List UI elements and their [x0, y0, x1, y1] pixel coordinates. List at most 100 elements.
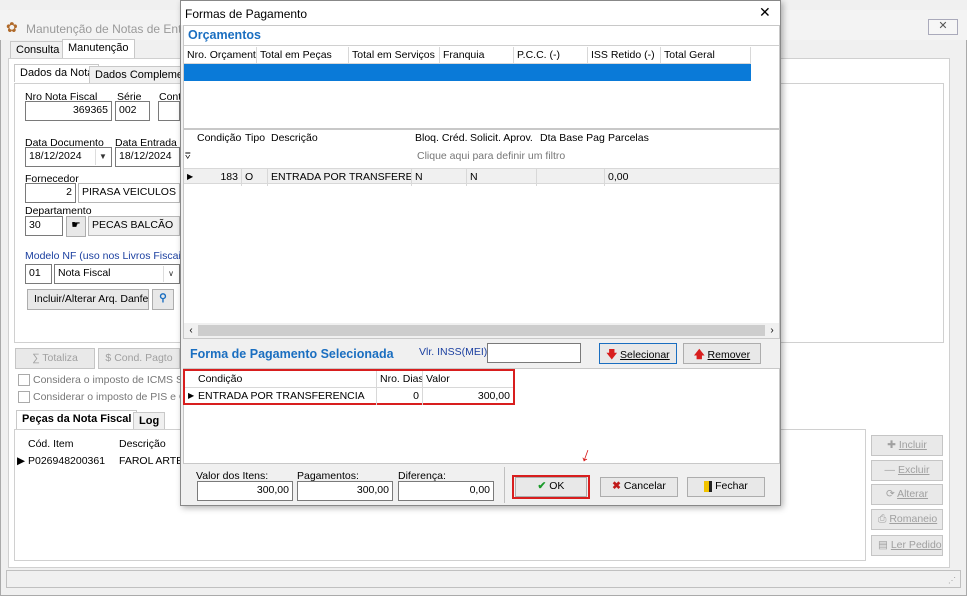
alterar-button[interactable]: ⟳ Alterar — [871, 484, 943, 505]
orcamentos-col-franquia: Franquia — [440, 47, 514, 64]
incluir-button[interactable]: ✚ Incluir — [871, 435, 943, 456]
totaliza-button[interactable]: ∑ Totaliza — [15, 348, 95, 369]
romaneio-label: Romaneio — [889, 513, 938, 525]
cond-col-tipo: Tipo — [245, 132, 266, 144]
data-documento-value: 18/12/2024 — [29, 150, 82, 162]
departamento-name: PECAS BALCÃO — [88, 216, 180, 236]
x-icon: ✖ — [612, 480, 624, 492]
scroll-left-icon[interactable]: ‹ — [184, 323, 198, 338]
app-logo-icon: ✿ — [6, 19, 18, 35]
alterar-label: Alterar — [897, 488, 929, 500]
search-icon[interactable]: ⚲ — [152, 289, 174, 310]
document-icon: ▤ — [878, 539, 891, 551]
printer-icon: ⎙ — [878, 513, 890, 525]
door-icon — [704, 480, 713, 492]
pis-check-label: Considerar o imposto de PIS e CO — [33, 391, 195, 403]
data-entrada-field[interactable]: 18/12/2024 — [115, 147, 180, 167]
filter-icon[interactable]: ⩢ — [185, 151, 190, 162]
forma-selecionada-title: Forma de Pagamento Selecionada — [190, 347, 394, 361]
totaliza-label: Totaliza — [42, 352, 78, 364]
nro-nota-field[interactable]: 369365 — [25, 101, 112, 121]
cond-col-bloq: Bloq. Créd. — [415, 132, 467, 144]
icms-checkbox[interactable] — [18, 374, 30, 386]
cond-col-solicit: Solicit. Aprov. — [470, 132, 533, 144]
remover-button[interactable]: 🡅 Remover — [683, 343, 761, 364]
serie-field[interactable]: 002 — [115, 101, 150, 121]
scroll-right-icon[interactable]: › — [765, 323, 779, 338]
arrow-up-icon: 🡅 — [693, 349, 708, 361]
inss-field[interactable] — [487, 343, 581, 363]
excluir-button[interactable]: — Excluir — [871, 460, 943, 481]
status-bar — [6, 570, 961, 588]
fechar-label: Fechar — [715, 480, 748, 492]
modelo-code[interactable]: 01 — [25, 264, 52, 284]
ler-pedido-button[interactable]: ▤ Ler Pedido — [871, 535, 943, 556]
fechar-button[interactable]: Fechar — [687, 477, 765, 497]
items-row-cod[interactable]: P026948200361 — [28, 455, 105, 467]
romaneio-button[interactable]: ⎙ Romaneio — [871, 509, 943, 530]
cond-row-parcelas: 0,00 — [608, 171, 629, 183]
orcamentos-divider — [184, 45, 779, 46]
arrow-down-icon: 🡇 — [606, 349, 621, 361]
selected-row-condicao: ENTRADA POR TRANSFERENCIA — [195, 388, 377, 405]
cont-field[interactable] — [158, 101, 180, 121]
danfe-button[interactable]: Incluir/Alterar Arq. Danfe — [27, 289, 149, 310]
incluir-label: Incluir — [898, 439, 927, 451]
selecionar-button[interactable]: 🡇 Selecionar — [599, 343, 677, 364]
plus-icon: ✚ — [887, 439, 899, 451]
hand-pointer-icon[interactable]: ☛ — [66, 216, 86, 237]
selected-row-dias: 0 — [377, 388, 423, 405]
cond-row-codigo: 183 — [194, 169, 242, 186]
row-pointer-icon: ▶ — [188, 391, 195, 400]
inss-label: Vlr. INSS(MEI): — [419, 346, 491, 358]
tab-pecas-nota[interactable]: Peças da Nota Fiscal — [16, 410, 138, 430]
scroll-thumb[interactable] — [198, 325, 765, 336]
fornecedor-code[interactable]: 2 — [25, 183, 76, 203]
sigma-icon: ∑ — [32, 352, 43, 364]
orcamentos-col-servicos: Total em Serviços — [349, 47, 440, 64]
background-window-title: Manutenção de Notas de Entrad — [26, 22, 199, 36]
orcamentos-selected-row[interactable] — [184, 64, 751, 81]
diferenca-field: 0,00 — [398, 481, 494, 501]
cancelar-button[interactable]: ✖ Cancelar — [600, 477, 678, 497]
background-close-icon[interactable]: ✕ — [928, 19, 958, 35]
tab-log[interactable]: Log — [133, 412, 166, 430]
cond-pagto-button[interactable]: $ Cond. Pagto — [98, 348, 180, 369]
resize-grip-icon[interactable]: ⋰ — [948, 576, 956, 585]
horizontal-scrollbar[interactable]: ‹ › — [184, 323, 779, 338]
data-documento-field[interactable]: 18/12/2024 ▼ — [25, 147, 112, 167]
orcamentos-col-iss: ISS Retido (-) — [588, 47, 661, 64]
pagamentos-field: 300,00 — [297, 481, 393, 501]
cond-row-dta — [537, 169, 605, 186]
cond-col-parcelas: Parcelas — [608, 132, 649, 144]
modelo-select[interactable]: Nota Fiscal ∨ — [54, 264, 180, 284]
ok-button[interactable]: ✔ OK — [515, 477, 587, 497]
cond-col-descricao: Descrição — [271, 132, 318, 144]
subtab-dados-nota[interactable]: Dados da Nota — [14, 64, 100, 82]
chevron-down-icon[interactable]: ▼ — [95, 149, 110, 165]
orcamentos-title: Orçamentos — [188, 28, 261, 42]
cond-pagto-label: Cond. Pagto — [114, 352, 173, 364]
row-pointer-icon: ▶ — [17, 455, 26, 467]
cond-row-descricao: ENTRADA POR TRANSFERENCIA — [268, 169, 412, 186]
selected-col-valor: Valor — [426, 373, 450, 385]
departamento-code[interactable]: 30 — [25, 216, 63, 236]
selected-col-dias: Nro. Dias — [377, 371, 423, 388]
tab-consulta[interactable]: Consulta — [10, 41, 66, 59]
dialog-close-icon[interactable]: ✕ — [759, 4, 771, 21]
selected-header-row: Condição Nro. Dias Valor — [185, 371, 513, 388]
minus-icon: — — [884, 464, 898, 476]
cond-col-condicao: Condição — [197, 132, 242, 144]
selecionar-label: Selecionar — [620, 349, 670, 361]
checkmark-icon: ✔ — [537, 480, 550, 492]
chevron-down-icon[interactable]: ∨ — [163, 266, 178, 282]
tab-manutencao[interactable]: Manutenção — [62, 39, 135, 59]
fornecedor-name: PIRASA VEICULOS LTD — [78, 183, 180, 203]
ler-pedido-label: Ler Pedido — [890, 539, 942, 551]
orcamentos-col-total: Total Geral — [661, 47, 751, 64]
filter-hint[interactable]: Clique aqui para definir um filtro — [417, 150, 565, 162]
modelo-nf-label: Modelo NF (uso nos Livros Fiscais) — [25, 250, 190, 262]
selected-row[interactable]: ▶ ENTRADA POR TRANSFERENCIA 0 300,00 — [185, 388, 513, 405]
pis-checkbox[interactable] — [18, 391, 30, 403]
condicoes-row[interactable]: ▶ 183 O ENTRADA POR TRANSFERENCIA N N 0,… — [184, 168, 779, 186]
